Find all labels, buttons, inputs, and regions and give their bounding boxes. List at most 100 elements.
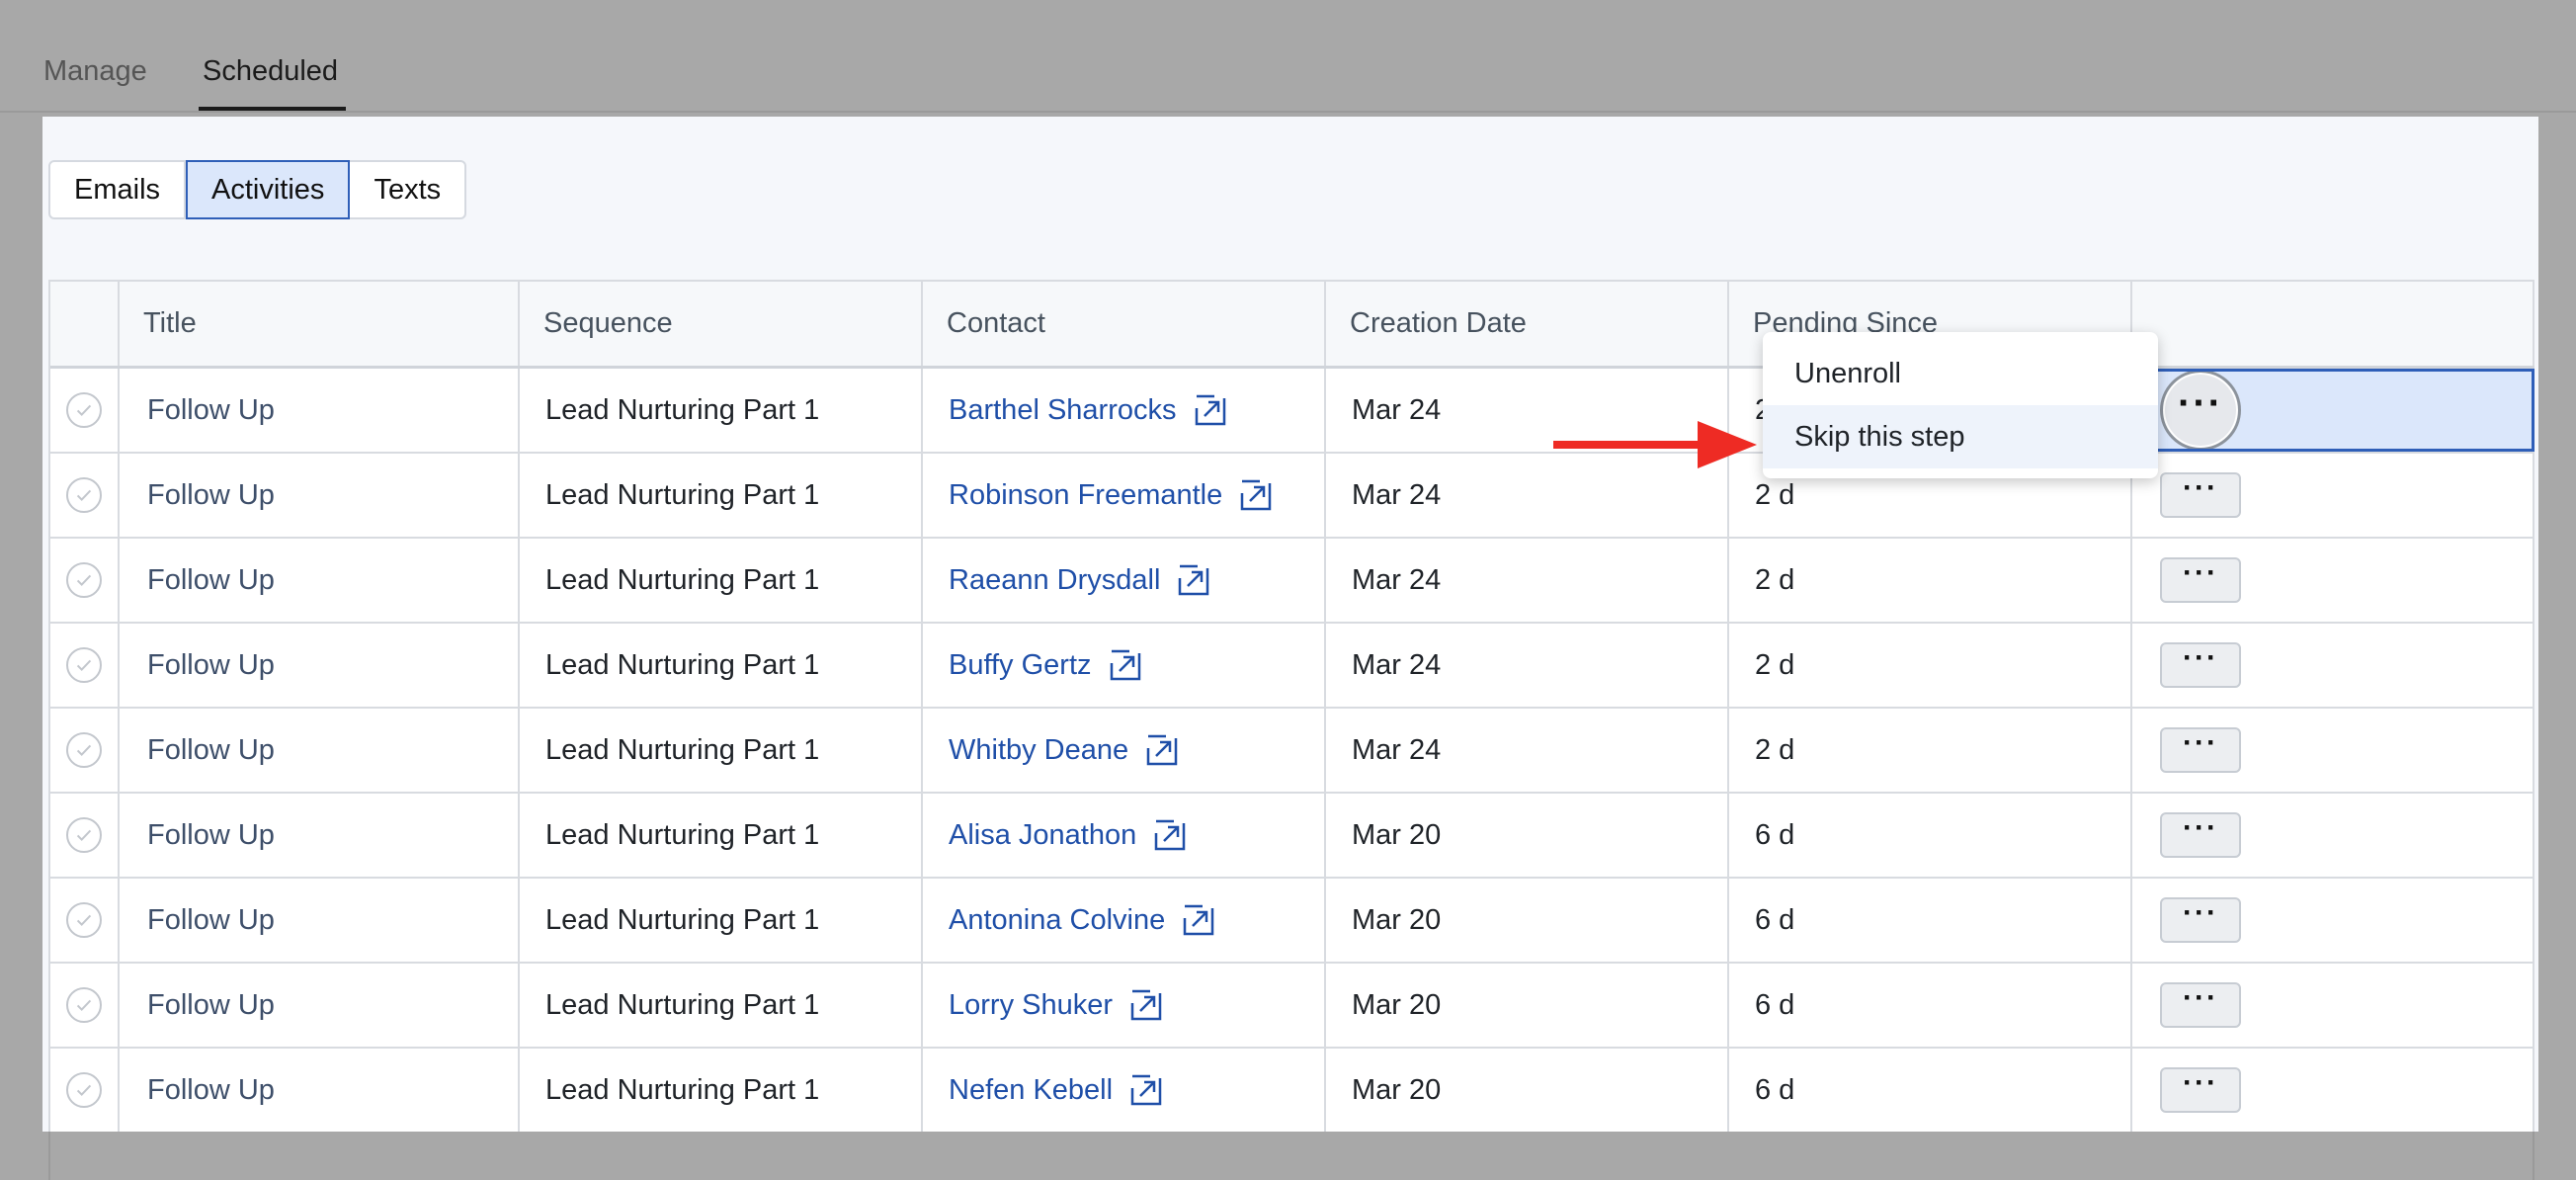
actions-cell: ··· [2132,454,2534,537]
contact-link[interactable]: Barthel Sharrocks [949,394,1177,427]
header-title[interactable]: Title [120,282,520,366]
open-external-icon[interactable] [1154,819,1186,851]
sequence-name: Lead Nurturing Part 1 [545,1073,820,1106]
contact-link[interactable]: Robinson Freemantle [949,479,1222,512]
table-row[interactable]: Follow Up Lead Nurturing Part 1 Antonina… [50,879,2534,964]
creation-date-cell: Mar 24 [1326,624,1729,707]
select-cell [50,709,120,792]
select-cell [50,624,120,707]
open-external-icon[interactable] [1130,1074,1162,1106]
activity-title[interactable]: Follow Up [147,649,275,682]
sequence-name: Lead Nurturing Part 1 [545,478,820,511]
contact-link[interactable]: Raeann Drysdall [949,564,1160,597]
subtab-emails[interactable]: Emails [50,162,187,217]
sequence-cell: Lead Nurturing Part 1 [520,879,923,962]
contact-cell: Whitby Deane [923,709,1326,792]
title-cell: Follow Up [120,794,520,877]
complete-check-icon[interactable] [66,647,102,683]
table-row[interactable]: Follow Up Lead Nurturing Part 1 Nefen Ke… [50,1049,2534,1132]
creation-date-cell: Mar 20 [1326,1049,1729,1132]
more-actions-button[interactable]: ··· [2160,811,2241,858]
complete-check-icon[interactable] [66,1072,102,1108]
pending-since: 2 d [1755,478,1795,511]
table-row[interactable]: Follow Up Lead Nurturing Part 1 Lorry Sh… [50,964,2534,1049]
pending-since: 2 d [1755,563,1795,596]
select-cell [50,794,120,877]
more-actions-button[interactable]: ··· [2160,471,2241,518]
contact-cell: Buffy Gertz [923,624,1326,707]
activity-title[interactable]: Follow Up [147,819,275,852]
activity-title[interactable]: Follow Up [147,479,275,512]
row-actions-menu: Unenroll Skip this step [1763,332,2158,478]
activity-title[interactable]: Follow Up [147,904,275,937]
complete-check-icon[interactable] [66,732,102,768]
activity-title[interactable]: Follow Up [147,394,275,427]
header-sequence[interactable]: Sequence [520,282,923,366]
header-actions [2132,282,2534,366]
more-actions-button[interactable]: ··· [2160,1066,2241,1113]
more-dots: ··· [2183,811,2218,844]
select-cell [50,1049,120,1132]
title-cell: Follow Up [120,454,520,537]
contact-link[interactable]: Alisa Jonathon [949,819,1136,852]
title-cell: Follow Up [120,964,520,1047]
open-external-icon[interactable] [1178,564,1209,596]
subtab-activities[interactable]: Activities [186,160,351,219]
sequence-name: Lead Nurturing Part 1 [545,648,820,681]
contact-link[interactable]: Buffy Gertz [949,649,1092,682]
more-actions-button[interactable]: ··· [2160,641,2241,688]
creation-date: Mar 24 [1352,733,1442,766]
pending-since: 6 d [1755,818,1795,851]
activity-title[interactable]: Follow Up [147,1074,275,1107]
open-external-icon[interactable] [1240,479,1272,511]
sequence-cell: Lead Nurturing Part 1 [520,369,923,452]
open-external-icon[interactable] [1183,904,1214,936]
more-actions-button[interactable]: ··· [2160,556,2241,603]
contact-cell: Antonina Colvine [923,879,1326,962]
actions-cell: ··· [2132,879,2534,962]
complete-check-icon[interactable] [66,392,102,428]
activity-title[interactable]: Follow Up [147,989,275,1022]
more-actions-button[interactable]: ··· [2160,370,2241,451]
menu-item-unenroll[interactable]: Unenroll [1763,342,2158,405]
complete-check-icon[interactable] [66,817,102,853]
more-actions-button[interactable]: ··· [2160,981,2241,1028]
pending-since-cell: 6 d [1729,964,2132,1047]
more-actions-button[interactable]: ··· [2160,726,2241,773]
table-row[interactable]: Follow Up Lead Nurturing Part 1 Raeann D… [50,539,2534,624]
active-tab-indicator [199,107,346,111]
subtab-texts[interactable]: Texts [350,162,464,217]
open-external-icon[interactable] [1110,649,1141,681]
complete-check-icon[interactable] [66,477,102,513]
header-creation-date[interactable]: Creation Date [1326,282,1729,366]
table-row[interactable]: Follow Up Lead Nurturing Part 1 Whitby D… [50,709,2534,794]
table-row[interactable]: Follow Up Lead Nurturing Part 1 Robinson… [50,454,2534,539]
open-external-icon[interactable] [1130,989,1162,1021]
tab-manage[interactable]: Manage [43,55,147,88]
contact-link[interactable]: Whitby Deane [949,734,1128,767]
table-row[interactable]: Follow Up Lead Nurturing Part 1 Barthel … [50,369,2534,454]
tab-scheduled[interactable]: Scheduled [203,55,338,88]
open-external-icon[interactable] [1146,734,1178,766]
pending-since-cell: 2 d [1729,709,2132,792]
pending-since: 2 d [1755,648,1795,681]
activity-title[interactable]: Follow Up [147,564,275,597]
table-row[interactable]: Follow Up Lead Nurturing Part 1 Buffy Ge… [50,624,2534,709]
contact-link[interactable]: Lorry Shuker [949,989,1113,1022]
header-contact[interactable]: Contact [923,282,1326,366]
open-external-icon[interactable] [1195,394,1226,426]
complete-check-icon[interactable] [66,987,102,1023]
contact-link[interactable]: Nefen Kebell [949,1074,1113,1107]
activity-title[interactable]: Follow Up [147,734,275,767]
complete-check-icon[interactable] [66,902,102,938]
table-row[interactable]: Follow Up Lead Nurturing Part 1 Alisa Jo… [50,794,2534,879]
sequence-name: Lead Nurturing Part 1 [545,988,820,1021]
contact-link[interactable]: Antonina Colvine [949,904,1165,937]
more-actions-button[interactable]: ··· [2160,896,2241,943]
menu-item-skip-step[interactable]: Skip this step [1763,405,2158,468]
sequence-name: Lead Nurturing Part 1 [545,393,820,426]
select-cell [50,964,120,1047]
creation-date: Mar 24 [1352,478,1442,511]
complete-check-icon[interactable] [66,562,102,598]
pending-since: 6 d [1755,903,1795,936]
